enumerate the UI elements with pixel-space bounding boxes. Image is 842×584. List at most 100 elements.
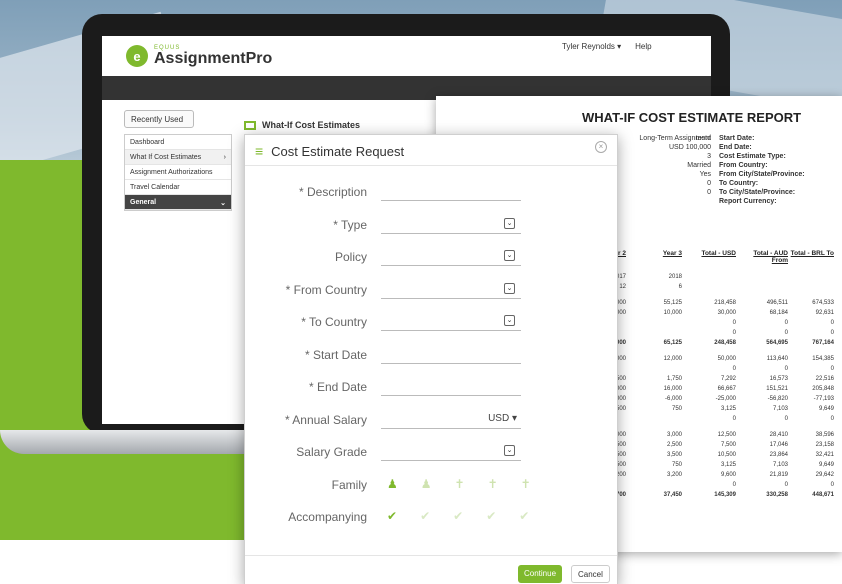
child-icon[interactable]: ✝ <box>521 477 531 491</box>
child-icon[interactable]: ✝ <box>488 477 498 491</box>
report-cell: 29,642 <box>815 472 834 478</box>
chevron-down-icon[interactable]: ⌄ <box>504 250 515 261</box>
report-cell: 12,500 <box>717 432 736 438</box>
report-cell: 3,500 <box>666 452 682 458</box>
report-cell: 92,631 <box>815 310 834 316</box>
help-link[interactable]: Help <box>635 42 651 51</box>
check-icon[interactable]: ✔ <box>486 509 496 523</box>
report-cell: 145,309 <box>714 492 736 498</box>
form-row: Family ♟ ♟ ✝ ✝ ✝ <box>245 474 619 494</box>
field-input[interactable]: ⌄ <box>381 443 521 461</box>
cancel-button[interactable]: Cancel <box>571 565 610 583</box>
field-input[interactable]: USD ▾ <box>381 411 521 429</box>
field-input[interactable]: ⌄ <box>381 216 521 234</box>
sidebar-item[interactable]: Assignment Authorizations <box>125 165 231 180</box>
chevron-down-icon[interactable]: ⌄ <box>504 445 515 456</box>
report-cell: 21,819 <box>769 472 788 478</box>
field-input[interactable]: ⌄ <box>381 248 521 266</box>
report-cell: 0 <box>830 330 834 336</box>
close-icon[interactable]: × <box>595 141 607 153</box>
field-input[interactable]: ⌄ <box>381 313 521 331</box>
continue-button[interactable]: Continue <box>518 565 563 583</box>
report-cell: 767,164 <box>812 340 834 346</box>
field-label: * Start Date <box>304 347 367 362</box>
field-input[interactable] <box>381 378 521 396</box>
report-cell: 65,125 <box>663 340 682 346</box>
report-cell: 23,158 <box>815 442 834 448</box>
report-cell: 9,600 <box>720 472 736 478</box>
report-cell: 0 <box>830 416 834 422</box>
field-input[interactable] <box>381 346 521 364</box>
user-menu[interactable]: Tyler Reynolds ▾ <box>562 42 621 51</box>
report-cell: 7,103 <box>772 406 788 412</box>
report-cell: 38,596 <box>815 432 834 438</box>
check-icon[interactable]: ✔ <box>519 509 529 523</box>
report-cell: 22,516 <box>815 376 834 382</box>
report-info-label: Cost Estimate Type: <box>719 153 786 160</box>
report-cell: 7,292 <box>720 376 736 382</box>
report-info-label: To City/State/Province: <box>719 189 796 196</box>
check-icon[interactable]: ✔ <box>453 509 463 523</box>
report-info-label: End Date: <box>719 144 752 151</box>
person-icon[interactable]: ♟ <box>387 477 398 491</box>
report-cell: -77,193 <box>813 396 834 402</box>
field-input[interactable] <box>381 183 521 201</box>
app-logo[interactable]: e EQUUS AssignmentPro <box>126 45 272 67</box>
report-cell: 10,000 <box>663 310 682 316</box>
recently-used-button[interactable]: Recently Used <box>124 110 194 128</box>
report-cell: 448,671 <box>812 492 834 498</box>
field-label: * End Date <box>308 380 367 394</box>
logo-icon: e <box>126 45 148 67</box>
report-cell: 3,200 <box>666 472 682 478</box>
currency-select[interactable]: USD ▾ <box>488 413 517 424</box>
report-info-label: Report Currency: <box>719 198 777 205</box>
chevron-down-icon: ⌄ <box>220 200 226 207</box>
report-cell: 66,667 <box>717 386 736 392</box>
report-cell: 0 <box>784 366 788 372</box>
report-cell: 3,125 <box>720 406 736 412</box>
form-row: * Description <box>245 181 619 201</box>
field-label: Salary Grade <box>296 445 367 459</box>
field-label: * Description <box>298 185 367 199</box>
sidebar-item[interactable]: What If Cost Estimates › <box>125 150 231 165</box>
check-icon[interactable]: ✔ <box>387 509 397 523</box>
sidebar-item[interactable]: Dashboard <box>125 135 231 150</box>
report-cell: 55,125 <box>663 300 682 306</box>
app-header: e EQUUS AssignmentPro Tyler Reynolds ▾ H… <box>102 36 711 76</box>
report-cell: 0 <box>732 482 736 488</box>
report-cell: 248,458 <box>714 340 736 346</box>
report-cell: 16,000 <box>663 386 682 392</box>
chevron-down-icon[interactable]: ⌄ <box>504 282 515 294</box>
report-column-header: Total - USD <box>701 250 736 257</box>
report-cell: 750 <box>671 406 682 412</box>
sidebar-item[interactable]: General ⌄ <box>125 195 231 210</box>
report-cell: 0 <box>830 320 834 326</box>
cost-estimate-dialog: ≡ Cost Estimate Request × * Description *… <box>244 134 618 584</box>
form-row: * From Country ⌄ <box>245 279 619 299</box>
chevron-right-icon: › <box>223 154 226 161</box>
report-cell: 0 <box>732 320 736 326</box>
report-cell: 7,500 <box>720 442 736 448</box>
report-cell: 218,458 <box>714 300 736 306</box>
report-cell: -25,000 <box>715 396 736 402</box>
report-cell: 50,000 <box>717 356 736 362</box>
form-row: Salary Grade ⌄ <box>245 441 619 461</box>
chevron-down-icon[interactable]: ⌄ <box>504 315 515 326</box>
field-input[interactable]: ⌄ <box>381 281 521 299</box>
report-cell: 0 <box>732 366 736 372</box>
sidebar-item[interactable]: Travel Calendar <box>125 180 231 195</box>
report-cell: 2018 <box>668 274 682 280</box>
report-cell: 0 <box>830 366 834 372</box>
list-icon: ≡ <box>255 143 264 159</box>
report-cell: 750 <box>671 462 682 468</box>
person-icon[interactable]: ♟ <box>421 477 432 491</box>
chevron-down-icon[interactable]: ⌄ <box>504 217 515 229</box>
check-icon[interactable]: ✔ <box>420 509 430 523</box>
child-icon[interactable]: ✝ <box>455 477 465 491</box>
report-cell: -56,820 <box>767 396 788 402</box>
report-cell: 0 <box>784 330 788 336</box>
report-cell: 0 <box>732 330 736 336</box>
report-cell: 496,511 <box>766 300 788 306</box>
report-cell: 1,750 <box>666 376 682 382</box>
dialog-title: ≡ Cost Estimate Request <box>255 143 405 159</box>
